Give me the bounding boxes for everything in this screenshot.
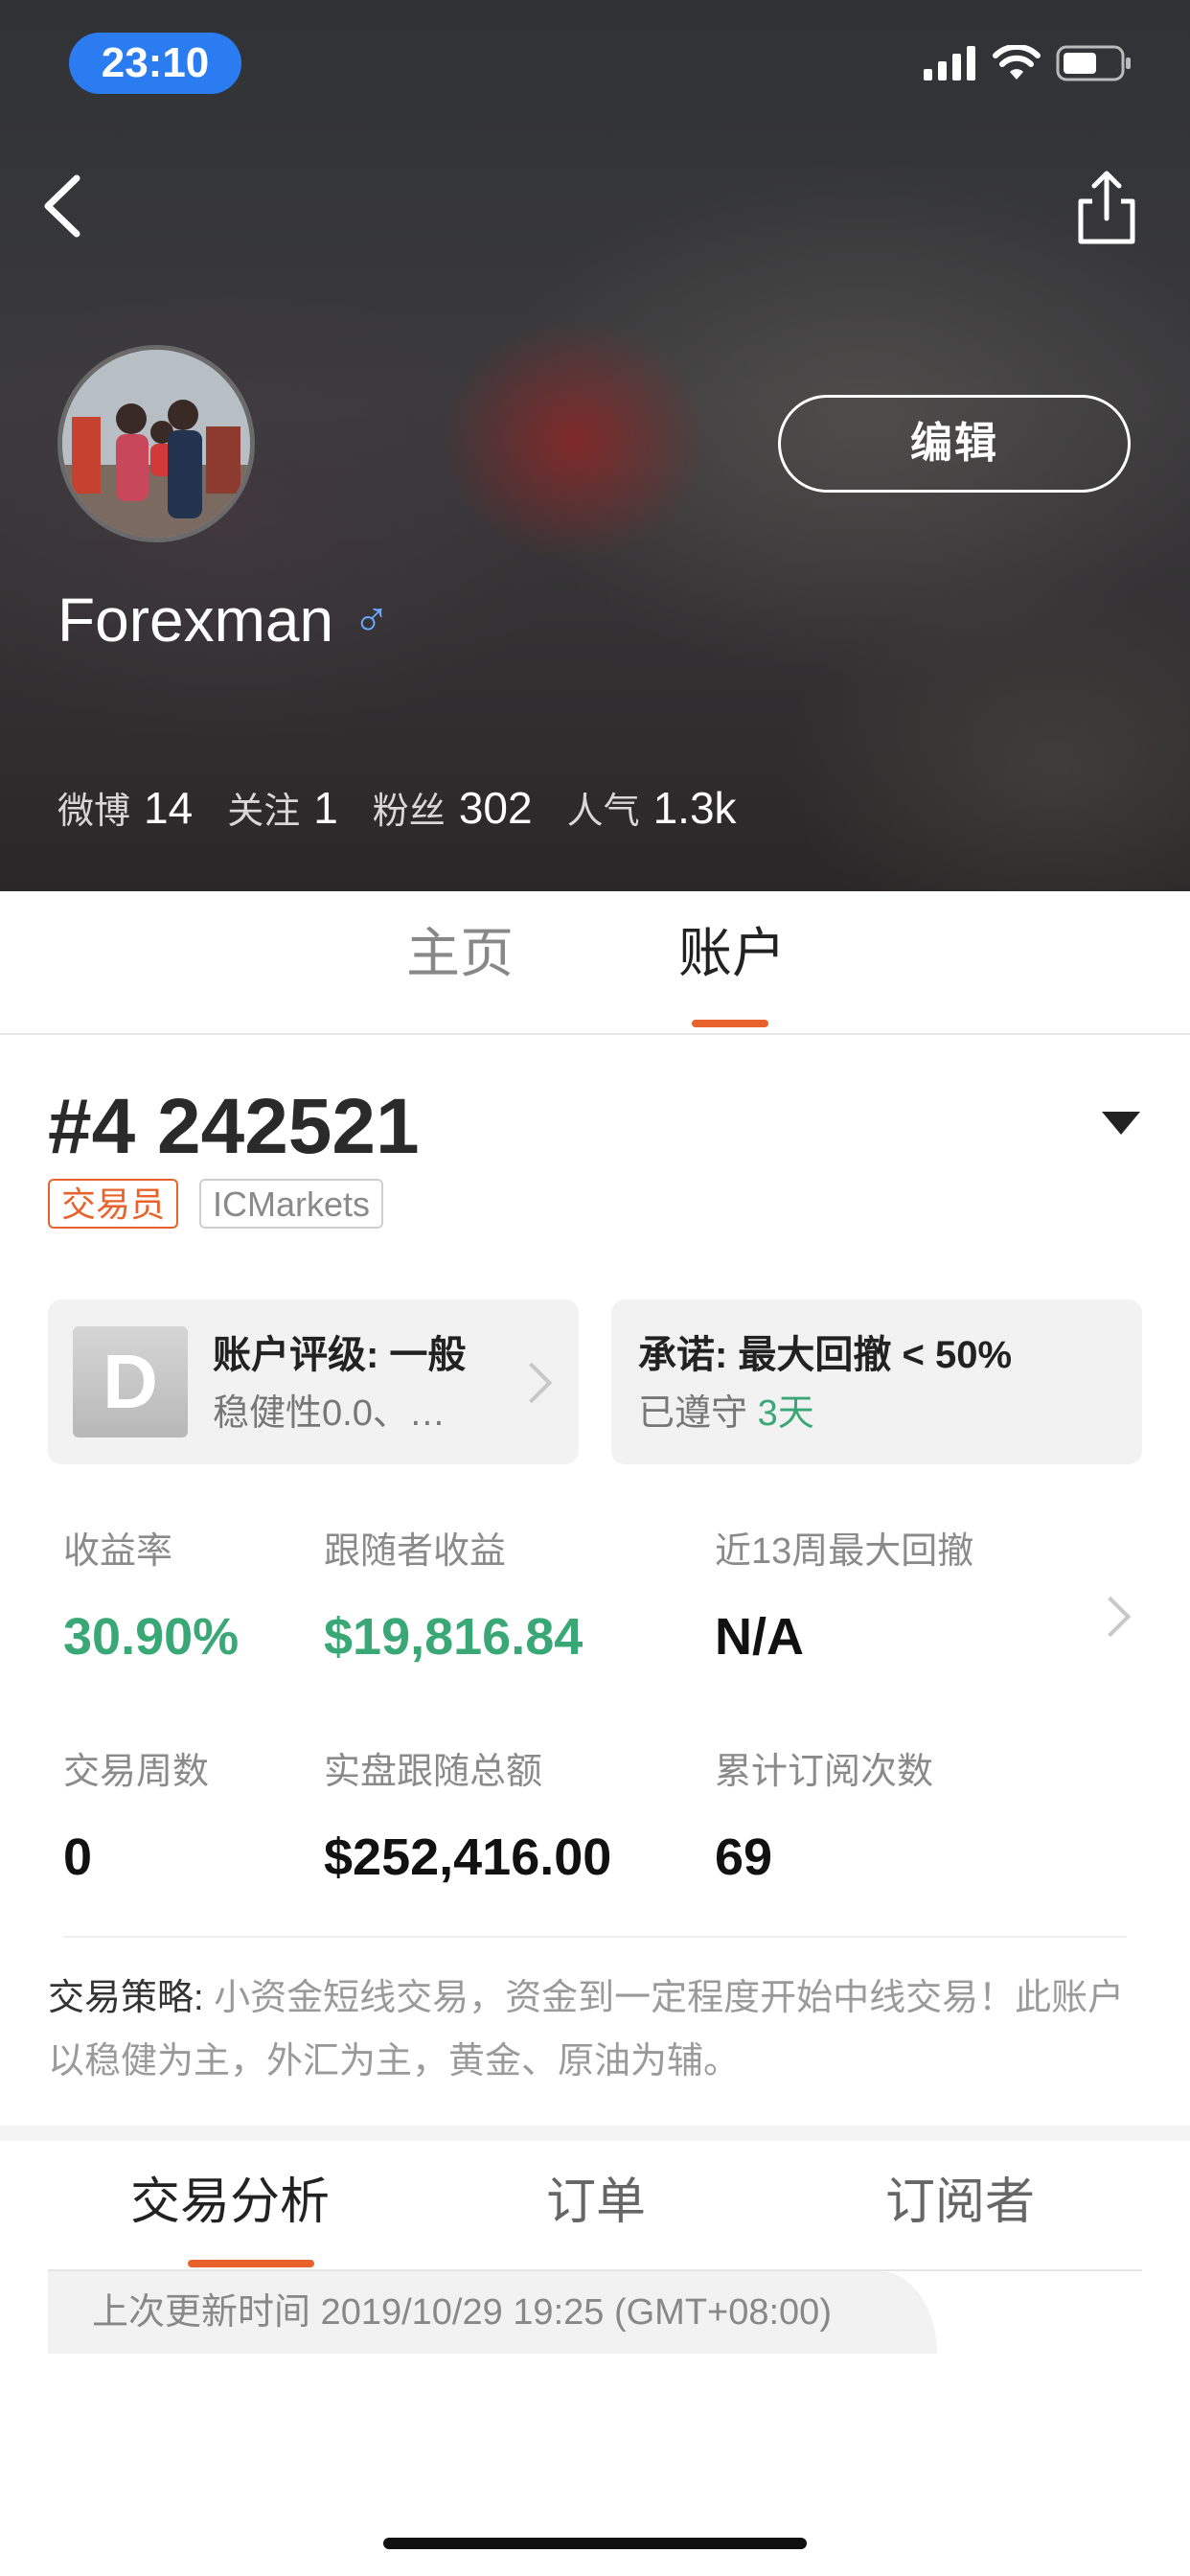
profile-header: 23:10 编辑 Forexman ♂ 微博 14 关注 1 粉丝 302 人气… — [0, 0, 1190, 891]
avatar[interactable] — [57, 345, 255, 542]
metric-value-subscriptions: 69 — [715, 1828, 773, 1886]
metric-label-subscriptions: 累计订阅次数 — [715, 1752, 934, 1792]
metric-value-follower-profit: $19,816.84 — [324, 1608, 584, 1666]
tab-trade-analysis-indicator — [188, 2260, 314, 2267]
tab-home[interactable]: 主页 — [406, 920, 514, 987]
signal-icon — [924, 46, 975, 80]
metric-value-return: 30.90% — [63, 1608, 240, 1666]
tab-orders[interactable]: 订单 — [546, 2172, 646, 2233]
avatar-photo — [62, 350, 250, 538]
stat-popularity-value: 1.3k — [652, 783, 737, 833]
chevron-right-icon — [511, 1362, 553, 1404]
username: Forexman — [57, 586, 334, 655]
account-title: #4 242521 — [48, 1083, 420, 1170]
stat-weibo-label[interactable]: 微博 — [57, 781, 130, 834]
wifi-icon — [993, 45, 1041, 80]
metric-value-max-drawdown: N/A — [715, 1608, 804, 1666]
chevron-right-icon — [1089, 1596, 1132, 1638]
home-indicator[interactable] — [383, 2538, 807, 2549]
rating-badge: D — [73, 1326, 188, 1438]
tab-subscribers[interactable]: 订阅者 — [885, 2172, 1035, 2233]
sub-tabs: 交易分析 订单 订阅者 — [48, 2141, 1142, 2271]
profile-stats: 微博 14 关注 1 粉丝 302 人气 1.3k — [57, 781, 771, 834]
battery-icon — [1056, 45, 1131, 81]
divider — [63, 1936, 1127, 1938]
share-button[interactable] — [1073, 169, 1140, 245]
metric-label-max-drawdown: 近13周最大回撤 — [715, 1531, 974, 1572]
username-row: Forexman ♂ — [57, 585, 390, 656]
strategy-label: 交易策略: — [48, 1978, 204, 2018]
tab-trade-analysis[interactable]: 交易分析 — [130, 2172, 330, 2233]
promise-card: 承诺: 最大回撤 < 50% 已遵守 3天 — [611, 1300, 1142, 1464]
stat-fans-value[interactable]: 302 — [459, 782, 533, 834]
chevron-left-icon — [44, 174, 80, 238]
section-divider — [0, 2126, 1190, 2141]
promise-subtitle: 已遵守 3天 — [638, 1392, 814, 1436]
male-gender-icon: ♂ — [353, 592, 391, 648]
stat-popularity-label: 人气 — [566, 792, 640, 832]
promise-title: 承诺: 最大回撤 < 50% — [638, 1334, 1013, 1376]
rating-title: 账户评级: 一般 — [213, 1334, 467, 1376]
account-rating-card[interactable]: D 账户评级: 一般 稳健性0.0、… — [48, 1300, 579, 1464]
tab-account-indicator — [692, 1020, 768, 1027]
stat-following-label[interactable]: 关注 — [227, 781, 300, 834]
tab-account[interactable]: 账户 — [678, 920, 786, 987]
stat-fans-label[interactable]: 粉丝 — [373, 781, 446, 834]
metric-value-trade-weeks: 0 — [63, 1828, 93, 1886]
edit-profile-button[interactable]: 编辑 — [778, 395, 1131, 493]
last-updated-bar: 上次更新时间 2019/10/29 19:25 (GMT+08:00) — [48, 2271, 937, 2354]
back-button[interactable] — [38, 172, 96, 240]
status-time: 23:10 — [69, 33, 241, 94]
broker-tag: ICMarkets — [199, 1179, 384, 1229]
metric-label-return: 收益率 — [63, 1531, 173, 1572]
strategy-text: 交易策略: 小资金短线交易，资金到一定程度开始中线交易！此账户以稳健为主，外汇为… — [48, 1966, 1140, 2093]
strategy-body: 小资金短线交易，资金到一定程度开始中线交易！此账户以稳健为主，外汇为主，黄金、原… — [48, 1978, 1125, 2082]
status-icons — [924, 42, 1133, 84]
stat-following-value[interactable]: 1 — [313, 782, 338, 834]
rating-subtitle: 稳健性0.0、… — [213, 1393, 446, 1434]
stat-weibo-value[interactable]: 14 — [144, 782, 193, 834]
main-tabs: 主页 账户 — [0, 891, 1190, 1035]
role-tag: 交易员 — [48, 1179, 179, 1229]
metric-label-live-follow-total: 实盘跟随总额 — [324, 1752, 543, 1792]
promise-days: 3天 — [757, 1393, 814, 1434]
metric-label-trade-weeks: 交易周数 — [63, 1752, 210, 1792]
metric-label-follower-profit: 跟随者收益 — [324, 1531, 507, 1572]
promise-kept-label: 已遵守 — [638, 1393, 748, 1434]
account-dropdown-icon[interactable] — [1102, 1112, 1140, 1135]
share-icon — [1078, 171, 1135, 244]
metric-value-live-follow-total: $252,416.00 — [324, 1828, 612, 1886]
